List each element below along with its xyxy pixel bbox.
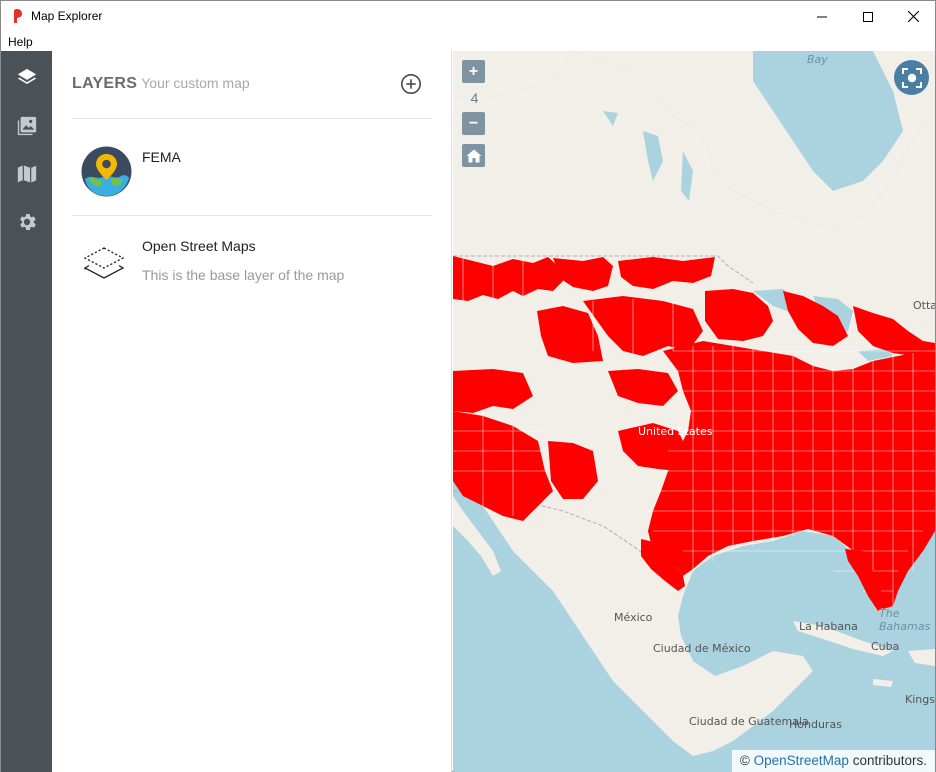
layers-header: LAYERS Your custom map [72,75,432,97]
layers-icon [17,68,37,85]
land-hispaniola [908,649,935,666]
basemap [453,51,935,756]
menu-bar: Help [1,32,935,51]
label-la-habana: La Habana [799,620,858,633]
zoom-out-button[interactable]: − [462,112,485,135]
map-icon [17,165,37,183]
rail-layers-button[interactable] [14,65,40,91]
home-icon [466,149,481,162]
label-cuba: Cuba [871,640,900,653]
sidebar-rail [1,51,52,772]
layer-item-fema[interactable]: FEMA [72,119,432,215]
title-bar: Map Explorer [1,1,935,32]
layer-description: This is the base layer of the map [142,267,345,283]
map-pin-globe-icon [81,146,132,197]
attribution-copyright: © [739,753,750,768]
label-ottawa: Otta [913,299,935,312]
layer-name: FEMA [142,149,181,165]
label-bay: Bay [807,53,828,66]
stacked-layers-icon [83,247,125,279]
focus-capture-icon [901,67,922,88]
add-layer-button[interactable] [400,73,422,95]
land-jamaica [873,679,893,687]
zoom-level: 4 [470,89,479,106]
layers-title: LAYERS [72,75,138,92]
label-kingston: Kingston [905,693,935,706]
app-window: Map Explorer Help LAYERS Your custom map… [0,0,936,772]
layer-name: Open Street Maps [142,238,256,254]
label-ciudad-de-mexico: Ciudad de México [653,642,751,655]
menu-help[interactable]: Help [8,35,33,49]
layer-item-open-street-maps[interactable]: Open Street Maps This is the base layer … [72,216,432,306]
close-button[interactable] [890,1,936,32]
label-mexico: México [614,611,653,624]
label-united-states: United States [638,425,713,438]
attribution-suffix: contributors. [852,753,927,768]
screenshot-button[interactable] [894,60,929,95]
rail-settings-button[interactable] [14,209,40,235]
layers-panel: LAYERS Your custom map FEMA Open Street … [52,51,452,772]
close-icon [907,11,919,22]
minimize-icon [817,16,827,17]
label-the-bahamas: The Bahamas [879,607,931,633]
map-attribution: © OpenStreetMap contributors. [731,750,935,772]
maximize-button[interactable] [845,1,891,32]
rail-map-button[interactable] [14,161,40,187]
maximize-icon [863,11,873,22]
zoom-control: + 4 − [462,60,487,135]
window-title: Map Explorer [31,9,103,23]
image-gallery-icon [17,116,37,136]
app-logo-icon [14,9,22,23]
gear-icon [20,214,36,230]
map-view[interactable]: Bay Otta United States México Ciudad de … [453,51,935,772]
minimize-button[interactable] [799,1,845,32]
rail-gallery-button[interactable] [14,113,40,139]
home-button[interactable] [462,144,485,167]
layers-subtitle: Your custom map [141,75,250,91]
label-honduras: Honduras [789,718,842,731]
openstreetmap-link[interactable]: OpenStreetMap [754,753,849,768]
zoom-in-button[interactable]: + [462,60,485,83]
